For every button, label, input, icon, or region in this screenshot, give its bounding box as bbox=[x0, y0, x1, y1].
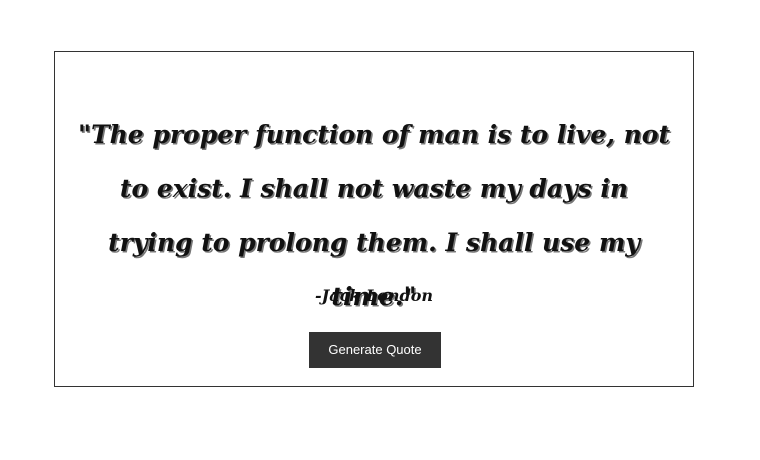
generate-quote-button[interactable]: Generate Quote bbox=[309, 332, 441, 368]
quote-author: -Jack London bbox=[314, 286, 434, 305]
quote-card: "The proper function of man is to live, … bbox=[54, 51, 694, 387]
